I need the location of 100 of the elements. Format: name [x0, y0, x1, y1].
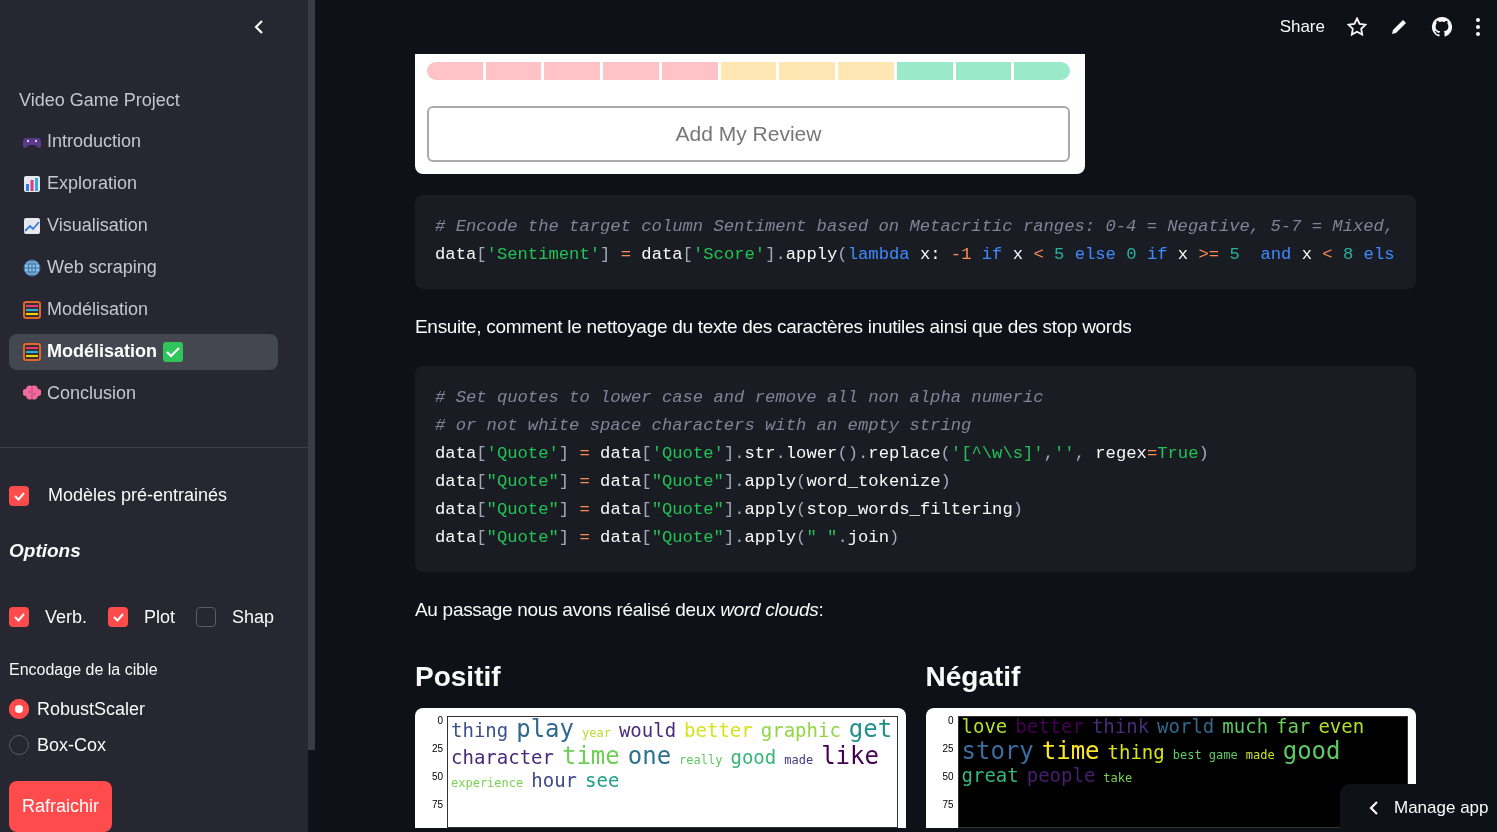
pencil-icon[interactable] — [1389, 17, 1409, 37]
rating-segment[interactable] — [838, 62, 894, 80]
radio-button[interactable] — [9, 699, 29, 720]
github-icon[interactable] — [1431, 16, 1453, 38]
line-chart-icon — [23, 216, 41, 235]
code-line: data["Quote"] = data["Quote"].apply(word_tokenize) — [435, 470, 952, 493]
brain-icon — [23, 384, 41, 403]
field-label: Encodage de la cible — [8, 659, 159, 680]
nav-item[interactable]: Visualisation — [9, 207, 278, 244]
tick-label: 75 — [941, 797, 954, 812]
cloud-word: take — [1103, 771, 1133, 784]
cloud-word: even — [1318, 716, 1365, 736]
rating-segment[interactable] — [544, 62, 601, 80]
code-line: data['Quote'] = data['Quote'].str.lower().replace('[^\w\s]','', regex=True) — [435, 442, 1210, 465]
bar-chart-icon — [23, 174, 41, 193]
tick-label: 25 — [430, 741, 443, 756]
star-icon[interactable] — [1347, 17, 1367, 37]
tick-label: 50 — [430, 769, 443, 784]
cloud-word: year — [582, 726, 611, 739]
cloud-word: good — [1282, 738, 1341, 763]
options-heading: Options — [8, 539, 82, 564]
paragraph: Ensuite, comment le nettoyage du texte des caractères inutiles ainsi que des stop words — [415, 315, 1133, 339]
cloud-word: thing — [451, 720, 509, 740]
nav-item[interactable]: Exploration — [9, 165, 278, 202]
cloud-word: like — [821, 743, 879, 768]
code-line: data['Sentiment'] = data['Score'].apply(lambda x: -1 if x < 5 else 0 if x >= 5 and x < 8 els — [435, 244, 1396, 266]
cloud-word: best game — [1172, 748, 1238, 761]
rating-segment[interactable] — [896, 62, 953, 80]
collapse-sidebar-icon[interactable] — [252, 18, 266, 36]
cloud-word: better — [684, 720, 753, 740]
checkbox-label: Verb. — [45, 605, 88, 629]
checkbox-label: Modèles pré-entrainés — [48, 484, 228, 508]
nav-item[interactable]: Modélisation — [9, 333, 278, 370]
paragraph: Au passage nous avons réalisé deux word clouds: — [415, 597, 825, 622]
cloud-word: better — [1015, 716, 1084, 736]
cloud-word: made — [784, 753, 814, 766]
cloud-word: time — [561, 743, 620, 768]
cloud-word: see — [585, 770, 620, 790]
rating-segment[interactable] — [779, 62, 836, 80]
cloud-word: really — [679, 753, 723, 766]
cloud-word: thing — [1107, 742, 1165, 762]
cloud-word: one — [627, 743, 672, 768]
tick-label: 75 — [430, 797, 443, 812]
checkbox[interactable] — [108, 607, 129, 628]
tick-label: 0 — [436, 713, 443, 728]
rating-segment[interactable] — [661, 62, 718, 80]
abacus-icon — [23, 300, 41, 319]
cloud-word: story — [961, 738, 1034, 763]
sidebar-title: Video Game Project — [18, 89, 181, 112]
rating-segment[interactable] — [427, 62, 483, 80]
cloud-word: time — [1041, 738, 1100, 763]
cloud-word: hour — [531, 770, 577, 790]
cloud-word: world — [1157, 716, 1215, 736]
tick-label: 25 — [941, 741, 954, 756]
nav-item[interactable]: Conclusion — [9, 375, 278, 412]
cloud-word: graphic — [760, 720, 841, 740]
rating-segment[interactable] — [720, 62, 777, 80]
cloud-word: people — [1026, 765, 1096, 785]
cloud-word: would — [618, 720, 677, 740]
code-line: # Encode the target column Sentiment based on Metacritic ranges: 0-4 = Negative, 5-7 = Mixed, — [435, 216, 1396, 238]
checkbox-label: Plot — [144, 605, 176, 629]
cloud-word: character — [451, 747, 554, 767]
cloud-word: made — [1245, 748, 1275, 761]
rating-segment[interactable] — [955, 62, 1012, 80]
abacus-icon — [23, 342, 41, 361]
radio-label: Box-Cox — [37, 733, 107, 757]
code-line: data["Quote"] = data["Quote"].apply(stop_words_filtering) — [435, 498, 1025, 521]
rating-segment[interactable] — [603, 62, 659, 80]
cloud-word: play — [516, 716, 574, 741]
checkbox-label: Shap — [232, 605, 275, 629]
checkmark-icon — [163, 341, 183, 362]
nav-item[interactable]: Web scraping — [9, 249, 278, 286]
radio-label: RobustScaler — [37, 697, 146, 721]
cloud-word: get — [848, 716, 893, 741]
cloud-word: think — [1091, 716, 1150, 736]
cloud-word: great — [961, 765, 1019, 785]
checkbox[interactable] — [9, 485, 29, 506]
code-line: data["Quote"] = data["Quote"].apply(" ".join) — [435, 526, 901, 549]
section-heading: Positif — [415, 660, 502, 694]
add-review-button[interactable]: Add My Review — [427, 106, 1070, 162]
cloud-word: love — [961, 716, 1008, 736]
tick-label: 50 — [941, 769, 954, 784]
checkbox[interactable] — [196, 607, 217, 628]
rating-segment[interactable] — [485, 62, 542, 80]
tick-label: 0 — [946, 713, 954, 728]
checkbox[interactable] — [9, 607, 29, 628]
cloud-word: good — [730, 747, 777, 767]
rating-segment[interactable] — [1014, 62, 1071, 80]
code-line: # Set quotes to lower case and remove all non alpha numeric — [435, 386, 1045, 409]
nav-item[interactable]: Modélisation — [9, 291, 278, 328]
chevron-left-icon — [1368, 800, 1380, 816]
cloud-word: much — [1222, 716, 1269, 736]
code-line: # or not white space characters with an empty string — [435, 414, 973, 437]
cloud-word: far — [1276, 716, 1311, 736]
globe-icon — [23, 258, 41, 277]
scrollbar[interactable] — [308, 0, 315, 750]
share-link[interactable]: Share — [1279, 14, 1325, 40]
section-heading: Négatif — [925, 660, 1022, 694]
nav-item[interactable]: Introduction — [9, 124, 278, 160]
more-icon[interactable] — [1475, 17, 1481, 37]
